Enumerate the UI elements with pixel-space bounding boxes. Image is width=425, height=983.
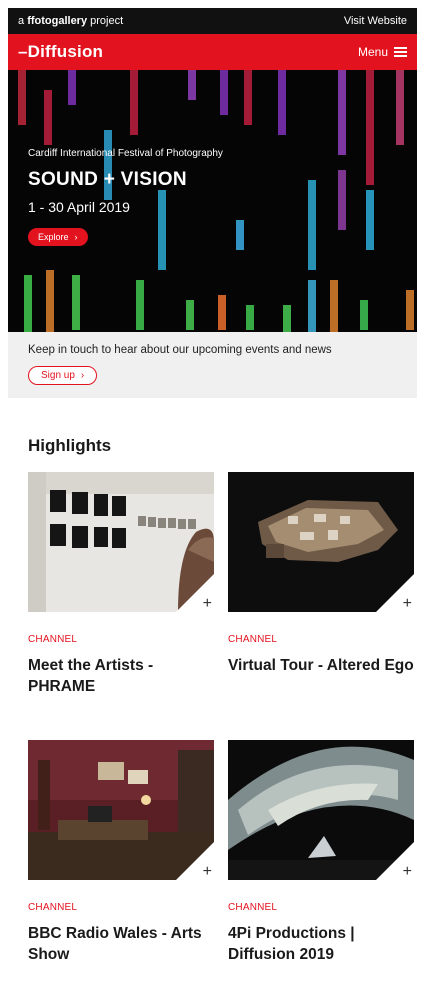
- plus-icon[interactable]: +: [403, 596, 412, 612]
- card-category: CHANNEL: [28, 634, 78, 645]
- main-nav: –Diffusion Menu: [8, 34, 417, 70]
- card-image: +: [228, 740, 414, 880]
- light-bar: [308, 180, 316, 270]
- light-bar: [136, 280, 144, 330]
- top-bar: a ffotogallery project Visit Website: [8, 8, 417, 34]
- light-bar: [406, 290, 414, 330]
- light-bar: [330, 280, 338, 332]
- light-bar: [308, 280, 316, 332]
- light-bar: [366, 190, 374, 250]
- light-bar: [188, 70, 196, 100]
- hero-banner: Cardiff International Festival of Photog…: [8, 70, 417, 332]
- chevron-right-icon: ›: [80, 370, 85, 381]
- newsletter-strip: Keep in touch to hear about our upcoming…: [8, 332, 417, 398]
- light-bar: [72, 275, 80, 330]
- light-bar: [186, 300, 194, 330]
- light-bar: [338, 70, 346, 155]
- signup-label: Sign up: [41, 370, 75, 381]
- hero-text: Cardiff International Festival of Photog…: [28, 148, 223, 246]
- light-bar: [236, 220, 244, 250]
- diffusion-logo[interactable]: –Diffusion: [18, 42, 103, 62]
- light-bar: [220, 70, 228, 115]
- light-bar: [44, 90, 52, 145]
- card-image: +: [28, 740, 214, 880]
- plus-icon[interactable]: +: [403, 864, 412, 880]
- plus-icon[interactable]: +: [203, 864, 212, 880]
- light-bar: [396, 70, 404, 145]
- signup-button[interactable]: Sign up ›: [28, 366, 98, 385]
- light-bar: [130, 70, 138, 135]
- menu-button[interactable]: Menu: [358, 45, 407, 59]
- highlights-section: Highlights + CHANNEL Meet the Artists - …: [8, 398, 417, 983]
- page: a ffotogallery project Visit Website –Di…: [8, 8, 417, 983]
- ffotogallery-logo: ffotogallery: [27, 15, 88, 27]
- menu-label: Menu: [357, 45, 388, 59]
- light-bar: [278, 70, 286, 135]
- card-title[interactable]: 4Pi Productions | Diffusion 2019: [228, 923, 414, 965]
- explore-button[interactable]: Explore ›: [28, 228, 88, 246]
- light-bar: [283, 305, 291, 332]
- newsletter-text: Keep in touch to hear about our upcoming…: [28, 344, 332, 356]
- light-bar: [360, 300, 368, 330]
- light-bar: [46, 270, 54, 332]
- card-title[interactable]: BBC Radio Wales - Arts Show: [28, 923, 214, 965]
- explore-label: Explore: [38, 232, 69, 242]
- hero-subtitle: Cardiff International Festival of Photog…: [28, 148, 223, 159]
- highlight-card[interactable]: + CHANNEL 4Pi Productions | Diffusion 20…: [228, 740, 414, 983]
- card-title[interactable]: Virtual Tour - Altered Ego: [228, 655, 414, 676]
- light-bar: [218, 295, 226, 330]
- highlights-heading: Highlights: [28, 436, 112, 455]
- card-category: CHANNEL: [228, 902, 278, 913]
- highlights-grid: + CHANNEL Meet the Artists - PHRAME + CH…: [28, 472, 417, 983]
- card-image: +: [228, 472, 414, 612]
- brand-suffix: project: [90, 15, 124, 27]
- brand-prefix: a: [18, 15, 25, 27]
- highlight-card[interactable]: + CHANNEL Meet the Artists - PHRAME: [28, 472, 214, 740]
- light-bar: [18, 70, 26, 125]
- light-bar: [68, 70, 76, 105]
- card-category: CHANNEL: [28, 902, 78, 913]
- chevron-right-icon: ›: [74, 232, 78, 242]
- hero-title: SOUND + VISION: [28, 169, 187, 190]
- project-credit[interactable]: a ffotogallery project: [18, 15, 123, 27]
- highlight-card[interactable]: + CHANNEL Virtual Tour - Altered Ego: [228, 472, 414, 740]
- card-title[interactable]: Meet the Artists - PHRAME: [28, 655, 214, 697]
- hero-dates: 1 - 30 April 2019: [28, 199, 130, 215]
- highlight-card[interactable]: + CHANNEL BBC Radio Wales - Arts Show: [28, 740, 214, 983]
- visit-website-link[interactable]: Visit Website: [344, 15, 407, 27]
- light-bar: [338, 170, 346, 230]
- light-bar: [246, 305, 254, 330]
- light-bar: [366, 70, 374, 185]
- card-category: CHANNEL: [228, 634, 278, 645]
- hamburger-icon: [394, 47, 407, 57]
- light-bar: [24, 275, 32, 332]
- card-image: +: [28, 472, 214, 612]
- plus-icon[interactable]: +: [203, 596, 212, 612]
- light-bar: [244, 70, 252, 125]
